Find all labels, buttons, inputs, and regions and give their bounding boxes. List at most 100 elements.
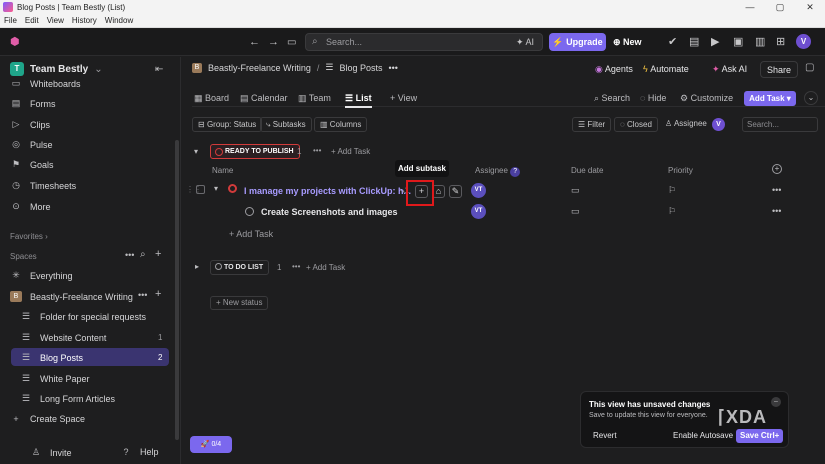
sidebar-item-timesheets[interactable]: ◷ Timesheets xyxy=(10,180,76,191)
subtask-due-date-icon[interactable]: ▭ xyxy=(571,206,580,217)
user-avatar[interactable]: V xyxy=(796,34,811,49)
add-task-button[interactable]: Add Task ▾ xyxy=(744,91,796,106)
sidebar-list-long-form[interactable]: ☰ Long Form Articles xyxy=(20,393,115,404)
save-view-button[interactable]: Save Ctrl+ xyxy=(736,429,784,443)
todo-more-icon[interactable]: ••• xyxy=(292,262,300,271)
ai-button[interactable]: ✦ AI xyxy=(516,34,534,50)
sidebar-scrollbar[interactable] xyxy=(175,140,179,440)
sidebar-list-website-content[interactable]: ☰ Website Content xyxy=(20,332,106,343)
column-header-assignee[interactable]: Assignee ? xyxy=(475,166,521,177)
agents-button[interactable]: ◉ Agents xyxy=(589,61,639,78)
sidebar-item-pulse[interactable]: ◎ Pulse xyxy=(10,139,52,150)
workspace-switcher[interactable]: T Team Bestly ⌄ xyxy=(10,62,103,76)
group-add-task[interactable]: + Add Task xyxy=(331,147,370,156)
sidebar-item-goals[interactable]: ⚑ Goals xyxy=(10,159,54,170)
row-checkbox[interactable] xyxy=(196,185,205,194)
sidebar-item-more[interactable]: ⊙ More xyxy=(10,201,50,212)
group-by-button[interactable]: ⊟ Group: Status xyxy=(192,117,263,132)
share-button[interactable]: Share xyxy=(760,61,799,78)
expand-group-icon[interactable]: ▸ xyxy=(195,262,199,271)
collapse-views-icon[interactable]: ⌄ xyxy=(804,91,818,105)
tab-team[interactable]: ▥ Team xyxy=(298,90,331,107)
subtasks-button[interactable]: ⤷ Subtasks xyxy=(260,117,312,132)
notepad-icon[interactable]: ▥ xyxy=(755,29,765,56)
calendar-icon[interactable]: ▭ xyxy=(287,29,296,56)
column-header-name[interactable]: Name xyxy=(212,166,233,175)
close-button[interactable]: ✕ xyxy=(795,0,825,14)
columns-button[interactable]: ▥ Columns xyxy=(314,117,368,132)
menu-view[interactable]: View xyxy=(47,16,64,25)
chat-icon[interactable]: ▢ xyxy=(805,62,814,73)
column-header-priority[interactable]: Priority xyxy=(668,166,693,175)
forward-arrow-icon[interactable]: → xyxy=(268,29,279,56)
grid-apps-icon[interactable]: ⊞ xyxy=(776,29,785,56)
tab-list[interactable]: ☰ List xyxy=(345,90,372,108)
status-group-todo[interactable]: TO DO LIST xyxy=(210,260,270,275)
assignee-filter-avatar[interactable]: V xyxy=(712,118,725,131)
filter-button[interactable]: ☰ Filter xyxy=(572,117,612,132)
toast-minimize-icon[interactable]: – xyxy=(771,397,781,407)
add-column-icon[interactable]: + xyxy=(772,164,782,174)
invite-button[interactable]: ♙ Invite xyxy=(30,447,72,458)
upgrade-button[interactable]: ⚡ Upgrade xyxy=(549,33,606,51)
add-space-icon[interactable]: + xyxy=(155,248,161,260)
subtask-assignee-avatar[interactable]: VT xyxy=(471,204,486,219)
favorites-section[interactable]: Favorites › xyxy=(10,232,48,241)
status-group-ready[interactable]: READY TO PUBLISH xyxy=(210,144,300,159)
add-view-button[interactable]: + View xyxy=(390,90,417,107)
sidebar-list-white-paper[interactable]: ☰ White Paper xyxy=(20,373,90,384)
edit-pencil-icon[interactable]: ✎ xyxy=(449,185,462,198)
priority-flag-icon[interactable]: ⚐ xyxy=(668,185,676,196)
menu-history[interactable]: History xyxy=(72,16,97,25)
ask-ai-button[interactable]: ✦ Ask AI xyxy=(706,61,753,78)
enable-autosave-button[interactable]: Enable Autosave xyxy=(673,429,733,443)
sidebar-item-clips[interactable]: ▷ Clips xyxy=(10,119,50,130)
expand-subtasks-icon[interactable]: ▾ xyxy=(214,184,218,193)
add-task-row[interactable]: + Add Task xyxy=(229,229,273,239)
breadcrumb-more[interactable]: ••• xyxy=(389,63,398,73)
task-title[interactable]: I manage my projects with ClickUp: h... xyxy=(244,186,411,196)
breadcrumb-list[interactable]: Blog Posts xyxy=(339,63,382,73)
subtask-title[interactable]: Create Screenshots and images xyxy=(261,207,398,217)
sidebar-folder-special-requests[interactable]: ☰ Folder for special requests xyxy=(20,311,146,322)
doc-icon[interactable]: ▤ xyxy=(689,29,699,56)
screenshot-icon[interactable]: ▣ xyxy=(733,29,743,56)
menu-window[interactable]: Window xyxy=(105,16,133,25)
space-more-icon[interactable]: ••• xyxy=(138,290,147,300)
customize-button[interactable]: ⚙ Customize xyxy=(680,90,733,107)
todo-add-task[interactable]: + Add Task xyxy=(306,263,345,272)
space-add-icon[interactable]: + xyxy=(155,288,161,300)
tab-calendar[interactable]: ▤ Calendar xyxy=(240,90,288,107)
video-icon[interactable]: ▶ xyxy=(711,29,719,56)
global-search-input[interactable]: ⌕ Search... ✦ AI xyxy=(305,33,543,51)
group-more-icon[interactable]: ••• xyxy=(313,146,321,155)
onboarding-progress-button[interactable]: 🚀 0/4 xyxy=(190,436,232,453)
minimize-button[interactable]: — xyxy=(735,0,765,14)
menu-file[interactable]: File xyxy=(4,16,17,25)
subtask-priority-flag-icon[interactable]: ⚐ xyxy=(668,206,676,217)
column-header-due-date[interactable]: Due date xyxy=(571,166,603,175)
check-circle-icon[interactable]: ✔ xyxy=(668,29,677,56)
task-status-icon[interactable] xyxy=(228,184,237,193)
revert-button[interactable]: Revert xyxy=(593,429,617,443)
task-more-icon[interactable]: ••• xyxy=(772,185,781,195)
subtask-status-icon[interactable] xyxy=(245,207,254,216)
list-search-input[interactable]: Search... xyxy=(742,117,818,132)
sidebar-list-blog-posts[interactable]: ☰ Blog Posts xyxy=(20,352,83,363)
menu-edit[interactable]: Edit xyxy=(25,16,39,25)
sidebar-item-forms[interactable]: ▤ Forms xyxy=(10,98,56,109)
sidebar-item-everything[interactable]: ✳ Everything xyxy=(10,270,72,281)
spaces-search-icon[interactable]: ⌕ xyxy=(140,249,146,260)
sidebar-item-whiteboards[interactable]: ▭ Whiteboards xyxy=(10,80,81,89)
create-space-button[interactable]: + Create Space xyxy=(10,414,85,424)
due-date-calendar-icon[interactable]: ▭ xyxy=(571,185,580,196)
spaces-more-icon[interactable]: ••• xyxy=(125,250,134,260)
collapse-group-icon[interactable]: ▾ xyxy=(194,147,198,156)
closed-button[interactable]: ◌ Closed xyxy=(614,117,658,132)
automate-button[interactable]: ϟ Automate xyxy=(637,61,695,78)
clickup-logo-icon[interactable]: ⬢ xyxy=(10,29,20,56)
sidebar-space-beastly[interactable]: B Beastly-Freelance Writing xyxy=(10,291,133,302)
new-button[interactable]: ⊕ New xyxy=(613,33,653,51)
hide-button[interactable]: ◌ Hide xyxy=(640,90,666,107)
help-button[interactable]: ? Help xyxy=(120,447,158,457)
